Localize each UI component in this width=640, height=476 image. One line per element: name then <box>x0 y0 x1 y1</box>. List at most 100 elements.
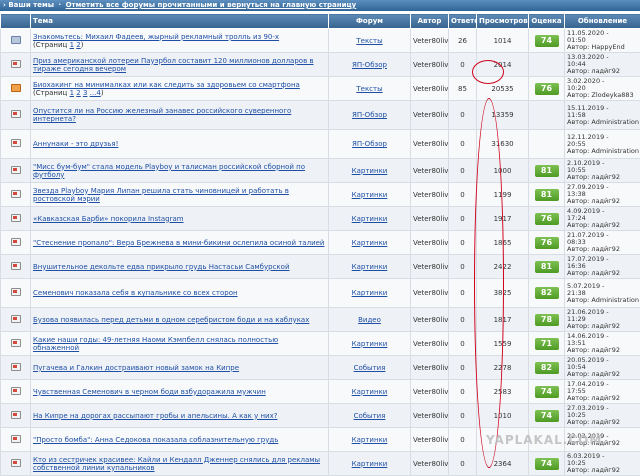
topic-title-link[interactable]: «Кавказская Барби» покорила Instagram <box>33 215 326 223</box>
author-name[interactable]: Veter80liv <box>411 53 449 77</box>
rating-cell: 82 <box>529 279 565 308</box>
update-author[interactable]: Автор: ладйг92 <box>567 174 638 181</box>
forum-link[interactable]: ЯП-Обзор <box>329 130 411 159</box>
forum-link[interactable]: ЯП-Обзор <box>329 101 411 130</box>
rating-badge: 76 <box>535 83 559 95</box>
topic-title-link[interactable]: "Стеснение пропало": Вера Брежнева в мин… <box>33 239 326 247</box>
topic-title-link[interactable]: Опустится ли на Россию железный занавес … <box>33 107 326 123</box>
topic-title-link[interactable]: Семенович показала себя в купальнике со … <box>33 289 326 297</box>
topic-title-link[interactable]: "Просто бомба": Анна Седокова показала с… <box>33 436 326 444</box>
topic-cell: "Мисс бум-бум" стала модель Playboy и та… <box>31 159 329 183</box>
page-link[interactable]: 3 <box>83 89 87 97</box>
forum-link[interactable]: Картинки <box>329 183 411 207</box>
update-author[interactable]: Автор: ладйг92 <box>567 246 638 253</box>
page-link[interactable]: ...4 <box>90 89 101 97</box>
update-author[interactable]: Автор: Administration <box>567 119 638 126</box>
row-icon-cell <box>1 53 31 77</box>
forum-link[interactable]: Картинки <box>329 428 411 452</box>
topic-cell: Приз американской лотереи Пауэрбол соста… <box>31 53 329 77</box>
forum-link[interactable]: Тексты <box>329 29 411 53</box>
author-name[interactable]: Veter80liv <box>411 452 449 476</box>
table-row: Какие наши годы: 49-летняя Наоми Кэмпбел… <box>1 332 640 356</box>
topic-title-link[interactable]: Аннунаки - это друзья! <box>33 140 326 148</box>
replies-count: 0 <box>449 183 477 207</box>
forum-link[interactable]: Видео <box>329 308 411 332</box>
forum-link[interactable]: Тексты <box>329 77 411 101</box>
forum-link[interactable]: Картинки <box>329 159 411 183</box>
forum-link[interactable]: События <box>329 404 411 428</box>
forum-link[interactable]: Картинки <box>329 332 411 356</box>
author-name[interactable]: Veter80liv <box>411 332 449 356</box>
author-name[interactable]: Veter80liv <box>411 183 449 207</box>
replies-count: 0 <box>449 130 477 159</box>
topic-title-link[interactable]: Бузова появилась перед детьми в одном се… <box>33 316 326 324</box>
forum-link[interactable]: Картинки <box>329 380 411 404</box>
author-name[interactable]: Veter80liv <box>411 279 449 308</box>
topic-title-link[interactable]: Биохакинг на минималках или как следить … <box>33 81 326 89</box>
author-name[interactable]: Veter80liv <box>411 77 449 101</box>
update-author[interactable]: Автор: Administration <box>567 297 638 304</box>
forum-link[interactable]: Картинки <box>329 452 411 476</box>
update-author[interactable]: Автор: ладйг92 <box>567 419 638 426</box>
update-author[interactable]: Автор: ладйг92 <box>567 371 638 378</box>
replies-count: 0 <box>449 101 477 130</box>
author-name[interactable]: Veter80liv <box>411 207 449 231</box>
column-header-theme[interactable]: Тема <box>31 14 329 29</box>
forum-link[interactable]: Картинки <box>329 279 411 308</box>
forum-link[interactable]: События <box>329 356 411 380</box>
author-name[interactable]: Veter80liv <box>411 356 449 380</box>
topic-title-link[interactable]: Какие наши годы: 49-летняя Наоми Кэмпбел… <box>33 336 326 352</box>
rating-badge: 71 <box>535 338 559 350</box>
forum-link[interactable]: Картинки <box>329 255 411 279</box>
page-link[interactable]: 1 <box>70 41 74 49</box>
author-name[interactable]: Veter80liv <box>411 29 449 53</box>
topic-title-link[interactable]: Кто из сестричек красивее: Кайли и Кенда… <box>33 456 326 472</box>
column-header-updated[interactable]: Обновление <box>565 14 640 29</box>
author-name[interactable]: Veter80liv <box>411 404 449 428</box>
row-icon-cell <box>1 183 31 207</box>
author-name[interactable]: Veter80liv <box>411 101 449 130</box>
rating-badge: 82 <box>535 287 559 299</box>
page-link[interactable]: 1 <box>70 89 74 97</box>
update-author[interactable]: Автор: HappyEnd <box>567 44 638 51</box>
author-name[interactable]: Veter80liv <box>411 231 449 255</box>
topic-title-link[interactable]: Звезда Playboy Мария Липан решила стать … <box>33 187 326 203</box>
forum-link[interactable]: Картинки <box>329 231 411 255</box>
author-name[interactable]: Veter80liv <box>411 380 449 404</box>
author-name[interactable]: Veter80liv <box>411 130 449 159</box>
forum-link[interactable]: ЯП-Обзор <box>329 53 411 77</box>
update-author[interactable]: Автор: ладйг92 <box>567 198 638 205</box>
update-author[interactable]: Автор: Zlodeyka883 <box>567 92 638 99</box>
update-author[interactable]: Автор: ладйг92 <box>567 467 638 474</box>
update-author[interactable]: Автор: ладйг92 <box>567 395 638 402</box>
table-row: Знакомьтесь: Михаил Фадеев, жырный рекла… <box>1 29 640 53</box>
views-count: 2014 <box>477 53 529 77</box>
column-header-rating[interactable]: Оценка <box>529 14 565 29</box>
forum-link[interactable]: Картинки <box>329 207 411 231</box>
page-link[interactable]: 2 <box>76 89 80 97</box>
column-header-author[interactable]: Автор <box>411 14 449 29</box>
author-name[interactable]: Veter80liv <box>411 159 449 183</box>
topic-title-link[interactable]: "Мисс бум-бум" стала модель Playboy и та… <box>33 163 326 179</box>
topic-title-link[interactable]: Приз американской лотереи Пауэрбол соста… <box>33 57 326 73</box>
update-author[interactable]: Автор: ладйг92 <box>567 323 638 330</box>
topic-pages: (Страниц 1 2 3 ...4) <box>33 89 104 97</box>
last-update: 15.11.2019 -11:58Автор: Administration <box>565 101 640 130</box>
update-author[interactable]: Автор: ладйг92 <box>567 68 638 75</box>
topic-title-link[interactable]: Внушительное декольте едва прикрыло груд… <box>33 263 326 271</box>
column-header-replies[interactable]: Ответов <box>449 14 477 29</box>
topic-title-link[interactable]: Чувственная Семенович в черном боди взбу… <box>33 388 326 396</box>
mark-all-read-link[interactable]: Отметить все форумы прочитанными и верну… <box>66 1 357 9</box>
update-author[interactable]: Автор: ладйг92 <box>567 270 638 277</box>
topic-title-link[interactable]: Знакомьтесь: Михаил Фадеев, жырный рекла… <box>33 33 326 41</box>
topic-title-link[interactable]: Пугачева и Галкин достраивают новый замо… <box>33 364 326 372</box>
author-name[interactable]: Veter80liv <box>411 255 449 279</box>
author-name[interactable]: Veter80liv <box>411 308 449 332</box>
update-author[interactable]: Автор: Administration <box>567 148 638 155</box>
author-name[interactable]: Veter80liv <box>411 428 449 452</box>
topic-title-link[interactable]: На Кипре на дорогах рассыпают гробы и ап… <box>33 412 326 420</box>
update-author[interactable]: Автор: ладйг92 <box>567 347 638 354</box>
update-author[interactable]: Автор: ладйг92 <box>567 222 638 229</box>
column-header-views[interactable]: Просмотров <box>477 14 529 29</box>
column-header-forum[interactable]: Форум <box>329 14 411 29</box>
